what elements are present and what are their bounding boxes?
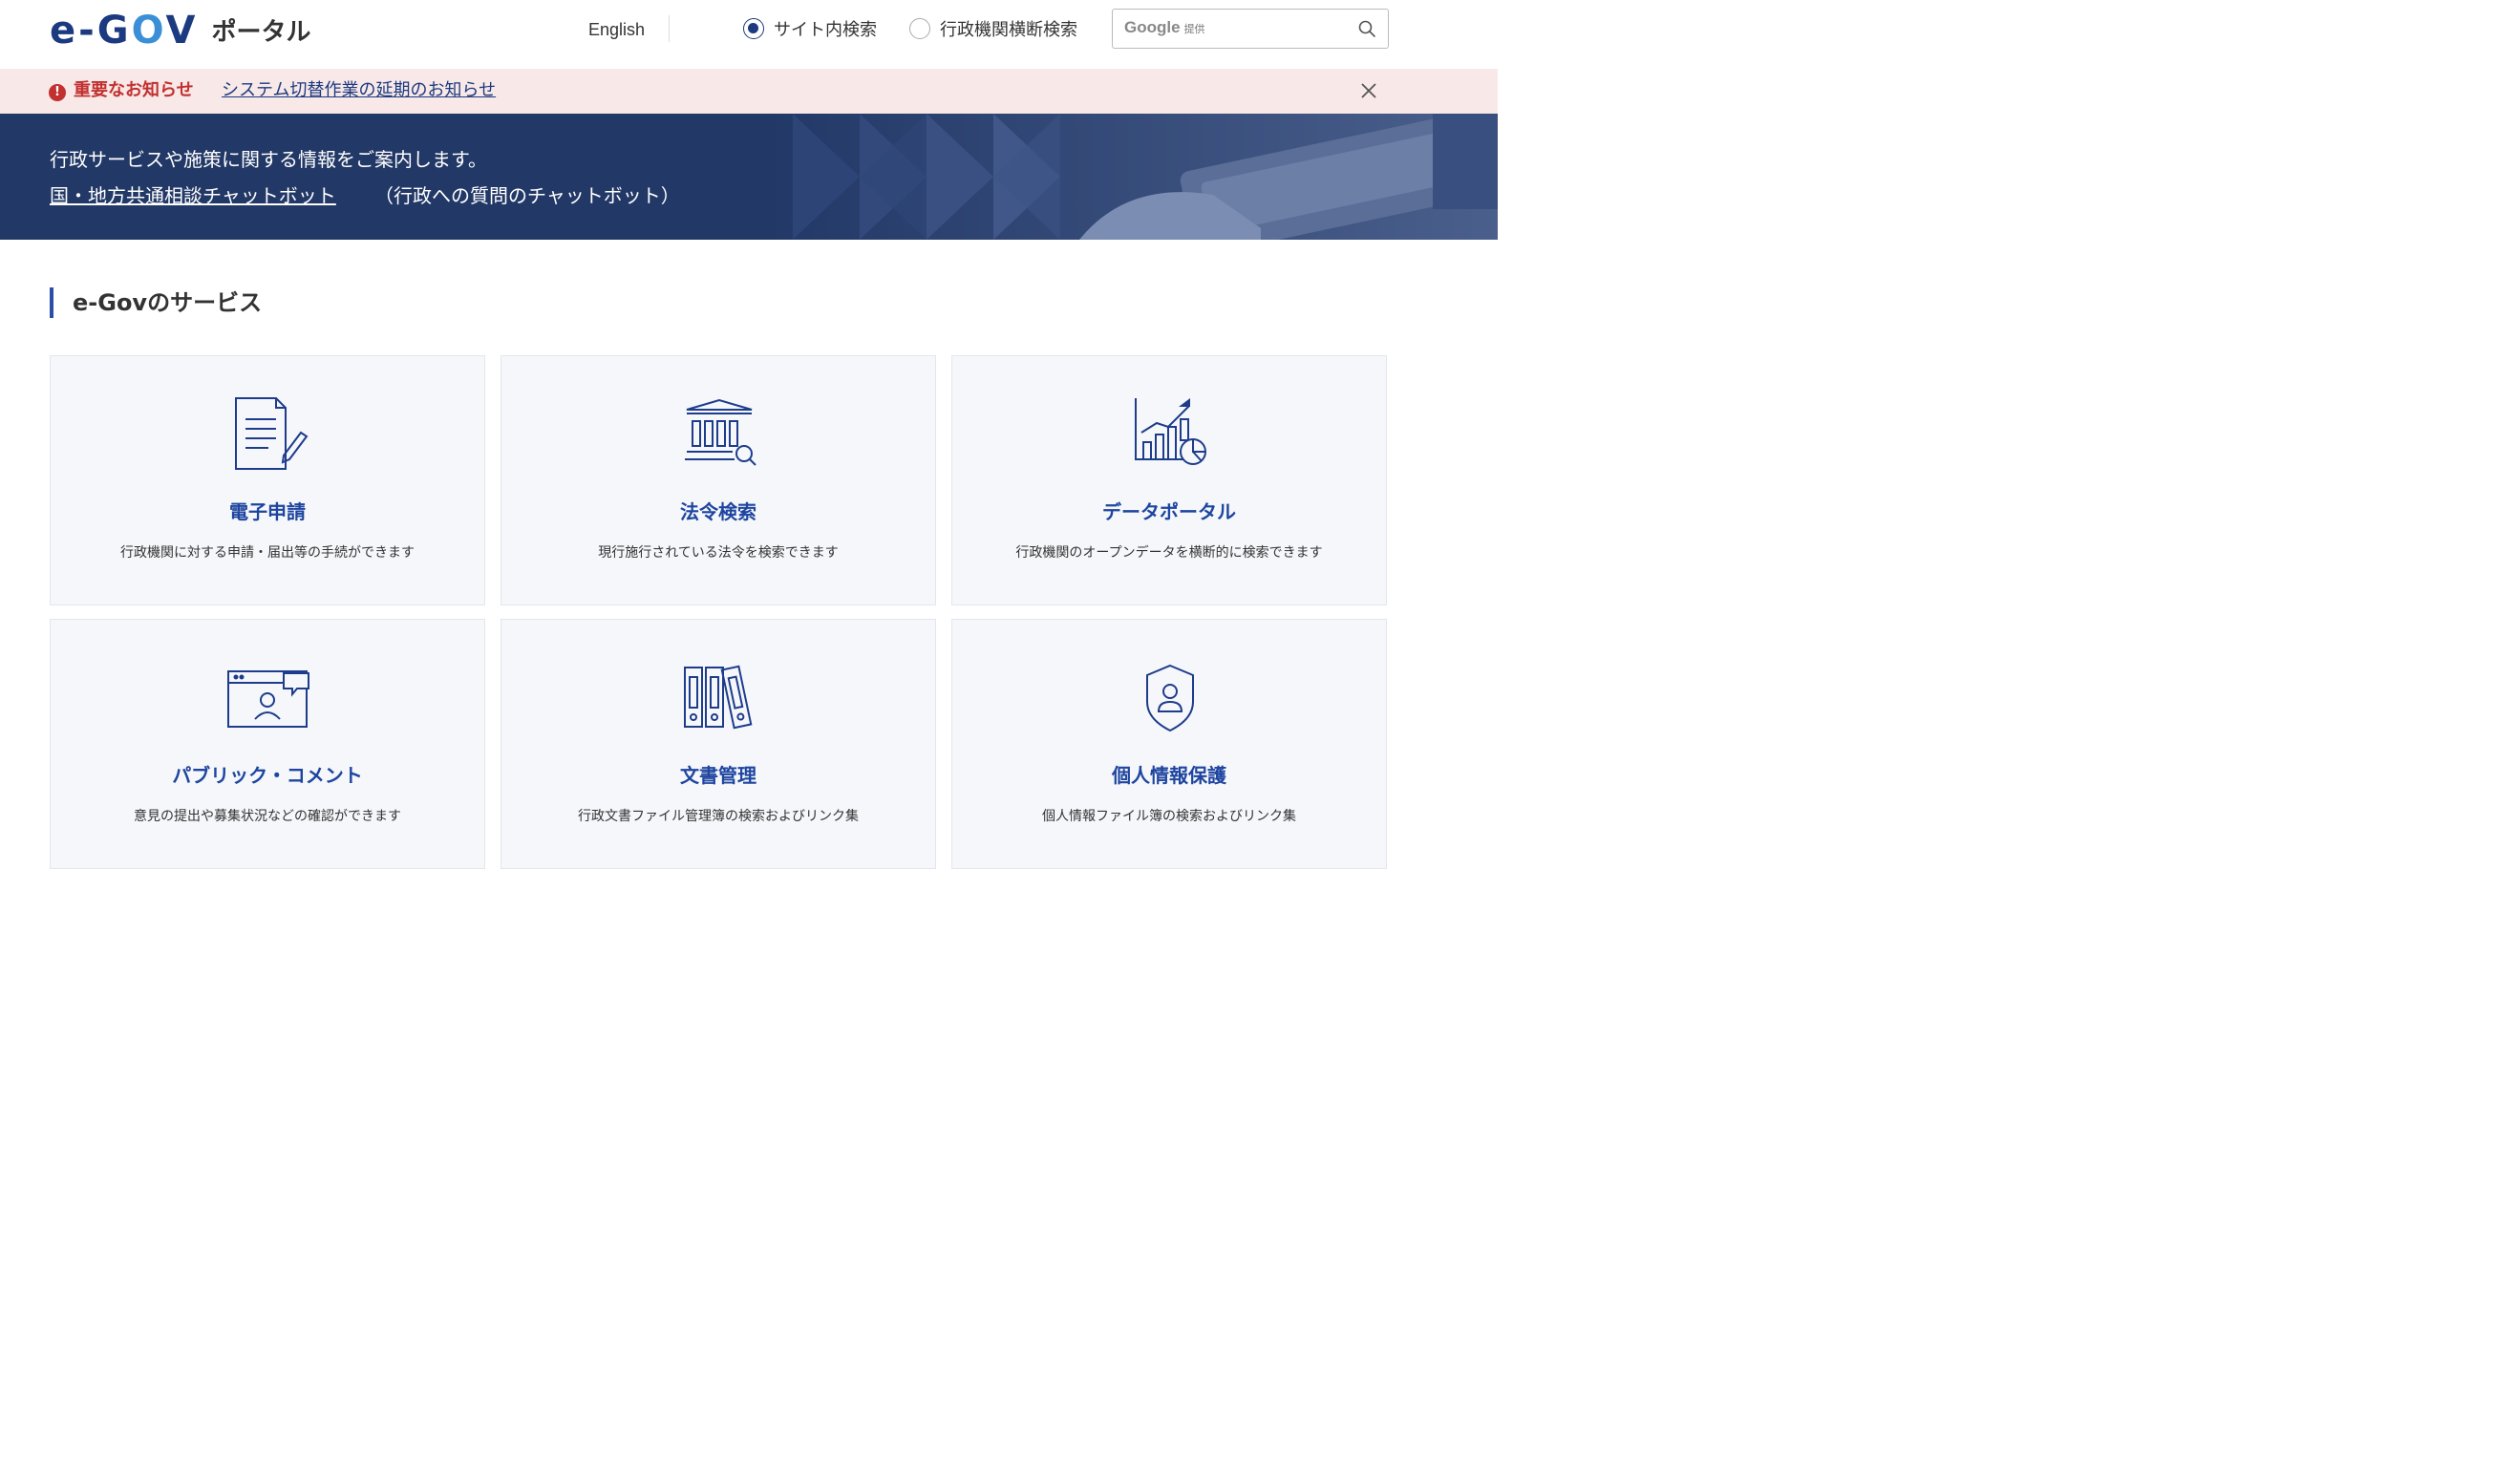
hero-text: 行政サービスや施策に関する情報をご案内します。: [50, 148, 487, 171]
service-title: 個人情報保護: [1112, 764, 1226, 787]
service-title: 文書管理: [680, 764, 756, 787]
radio-site-search[interactable]: サイト内検索: [743, 16, 877, 41]
chatbot-link[interactable]: 国・地方共通相談チャットボット: [50, 182, 336, 209]
shield-person-icon: [1146, 664, 1194, 732]
search-input[interactable]: Google 提供: [1112, 9, 1389, 49]
section-heading-bar: [50, 287, 53, 318]
service-title: 法令検索: [680, 500, 756, 523]
important-notice-bar: ! 重要なお知らせ システム切替作業の延期のお知らせ: [0, 69, 1498, 114]
section-title: e-Govのサービス: [73, 289, 263, 316]
radio-cross-search[interactable]: 行政機関横断検索: [909, 16, 1077, 41]
service-title: パブリック・コメント: [172, 764, 363, 787]
service-desc: 個人情報ファイル簿の検索およびリンク集: [1042, 809, 1296, 824]
service-desc: 意見の提出や募集状況などの確認ができます: [134, 809, 401, 824]
service-card-law-search[interactable]: 法令検索 現行施行されている法令を検索できます: [501, 355, 936, 605]
close-icon[interactable]: [1359, 81, 1378, 100]
logo-subtitle: ポータル: [211, 18, 311, 47]
radio-selected-icon[interactable]: [743, 18, 764, 39]
service-card-public-comment[interactable]: パブリック・コメント 意見の提出や募集状況などの確認ができます: [50, 619, 485, 869]
service-desc: 行政文書ファイル管理簿の検索およびリンク集: [578, 809, 859, 824]
search-brand: Google 提供: [1124, 18, 1205, 36]
chatbot-note: （行政への質問のチャットボット）: [374, 184, 680, 207]
binders-icon: [684, 665, 753, 730]
site-header: e-GOV ポータル English サイト内検索 行政機関横断検索 Googl…: [0, 0, 1498, 69]
service-card-data-portal[interactable]: データポータル 行政機関のオープンデータを横断的に検索できます: [951, 355, 1387, 605]
radio-unselected-icon[interactable]: [909, 18, 930, 39]
service-desc: 現行施行されている法令を検索できます: [598, 545, 839, 561]
notice-label: 重要なお知らせ: [74, 80, 194, 100]
alert-icon: !: [49, 84, 66, 101]
hero-banner: 行政サービスや施策に関する情報をご案内します。 国・地方共通相談チャットボット …: [0, 114, 1498, 240]
logo-mark: e-GOV: [50, 9, 199, 53]
building-search-icon: [685, 398, 756, 466]
chart-icon: [1135, 398, 1206, 465]
hero-background-image: [764, 114, 1498, 240]
service-title: 電子申請: [229, 500, 306, 523]
radio-cross-search-label: 行政機関横断検索: [940, 20, 1077, 40]
service-card-privacy-protection[interactable]: 個人情報保護 個人情報ファイル簿の検索およびリンク集: [951, 619, 1387, 869]
service-desc: 行政機関に対する申請・届出等の手続ができます: [120, 545, 415, 561]
service-title: データポータル: [1102, 500, 1236, 523]
document-pen-icon: [235, 397, 309, 470]
service-card-e-application[interactable]: 電子申請 行政機関に対する申請・届出等の手続ができます: [50, 355, 485, 605]
notice-link[interactable]: システム切替作業の延期のお知らせ: [222, 79, 496, 102]
service-desc: 行政機関のオープンデータを横断的に検索できます: [1015, 545, 1323, 561]
service-card-document-management[interactable]: 文書管理 行政文書ファイル管理簿の検索およびリンク集: [501, 619, 936, 869]
browser-comment-icon: [227, 670, 309, 728]
radio-site-search-label: サイト内検索: [774, 20, 877, 40]
site-logo[interactable]: e-GOV ポータル: [50, 10, 310, 52]
english-link[interactable]: English: [588, 17, 645, 42]
header-divider: [669, 15, 670, 42]
search-icon[interactable]: [1357, 19, 1376, 38]
